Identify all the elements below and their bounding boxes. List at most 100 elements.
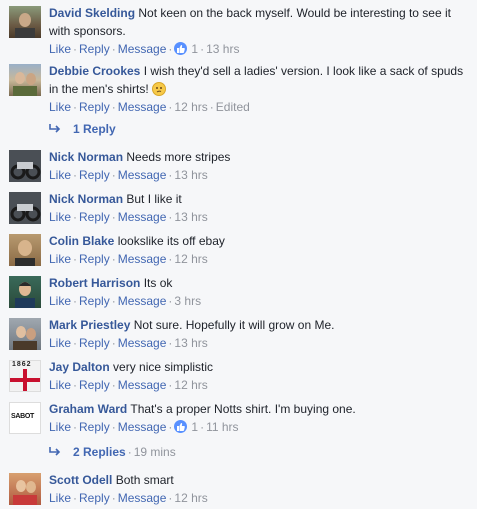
reply-count[interactable]: 2 Replies — [73, 445, 126, 459]
reply-button[interactable]: Reply — [79, 252, 110, 266]
separator: · — [73, 42, 78, 56]
comment-text: That's a proper Notts shirt. I'm buying … — [130, 402, 356, 416]
timestamp[interactable]: 13 hrs — [174, 168, 207, 182]
thumbs-up-icon[interactable] — [174, 42, 188, 55]
view-replies-link[interactable]: 2 Replies · 19 mins — [49, 444, 176, 460]
reply-button[interactable]: Reply — [79, 42, 110, 56]
separator: · — [111, 491, 116, 505]
like-button[interactable]: Like — [49, 42, 71, 56]
separator: · — [111, 168, 116, 182]
timestamp[interactable]: 13 hrs — [174, 210, 207, 224]
separator: · — [73, 294, 78, 308]
avatar[interactable] — [9, 234, 41, 266]
comment-text-continued: in the men's shirts! — [49, 82, 149, 96]
message-button[interactable]: Message — [118, 210, 167, 224]
comment-author[interactable]: Debbie Crookes — [49, 64, 140, 78]
timestamp[interactable]: 13 hrs — [206, 42, 239, 56]
avatar[interactable] — [9, 64, 41, 96]
separator: · — [73, 336, 78, 350]
like-button[interactable]: Like — [49, 100, 71, 114]
thumbs-up-icon[interactable] — [174, 420, 188, 433]
comment-author[interactable]: Jay Dalton — [49, 360, 110, 374]
comment-author[interactable]: Nick Norman — [49, 150, 123, 164]
reply-timestamp[interactable]: 19 mins — [134, 445, 176, 459]
comment-text: very nice simplistic — [113, 360, 214, 374]
avatar[interactable] — [9, 150, 41, 182]
timestamp[interactable]: 12 hrs — [174, 252, 207, 266]
timestamp[interactable]: 13 hrs — [174, 336, 207, 350]
reply-button[interactable]: Reply — [79, 491, 110, 505]
separator: · — [111, 420, 116, 434]
confused-emoji-icon — [151, 82, 166, 96]
like-button[interactable]: Like — [49, 420, 71, 434]
like-button[interactable]: Like — [49, 210, 71, 224]
message-button[interactable]: Message — [118, 378, 167, 392]
reply-button[interactable]: Reply — [79, 294, 110, 308]
timestamp[interactable]: 12 hrs — [174, 491, 207, 505]
reply-button[interactable]: Reply — [79, 336, 110, 350]
reply-arrow-icon — [49, 121, 63, 137]
timestamp[interactable]: 3 hrs — [174, 294, 201, 308]
separator: · — [168, 42, 173, 56]
avatar[interactable] — [9, 192, 41, 224]
like-button[interactable]: Like — [49, 336, 71, 350]
separator: · — [111, 42, 116, 56]
message-button[interactable]: Message — [118, 491, 167, 505]
message-button[interactable]: Message — [118, 42, 167, 56]
separator: · — [111, 336, 116, 350]
reply-button[interactable]: Reply — [79, 210, 110, 224]
comment-author[interactable]: David Skelding — [49, 6, 135, 20]
separator: · — [111, 210, 116, 224]
avatar[interactable]: SABOT — [9, 402, 41, 434]
comment-text: Its ok — [143, 276, 173, 290]
like-button[interactable]: Like — [49, 168, 71, 182]
reply-arrow-icon — [49, 444, 63, 460]
edited-label[interactable]: Edited — [216, 100, 250, 114]
message-button[interactable]: Message — [118, 252, 167, 266]
comment-text-continued: with sponsors. — [49, 24, 126, 38]
separator: · — [209, 100, 214, 114]
like-button[interactable]: Like — [49, 378, 71, 392]
separator: · — [200, 42, 205, 56]
avatar[interactable] — [9, 276, 41, 308]
reply-count[interactable]: 1 Reply — [73, 122, 116, 136]
separator: · — [73, 491, 78, 505]
view-replies-link[interactable]: 1 Reply — [49, 121, 116, 137]
separator: · — [200, 420, 205, 434]
comment-author[interactable]: Robert Harrison — [49, 276, 140, 290]
separator: · — [73, 378, 78, 392]
message-button[interactable]: Message — [118, 420, 167, 434]
comment-text: Not sure. Hopefully it will grow on Me. — [133, 318, 335, 332]
comment-author[interactable]: Graham Ward — [49, 402, 127, 416]
comment-text: I wish they'd sell a ladies' version. I … — [143, 64, 464, 78]
timestamp[interactable]: 12 hrs — [174, 100, 207, 114]
comment-author[interactable]: Mark Priestley — [49, 318, 130, 332]
separator: · — [73, 252, 78, 266]
comment-author[interactable]: Nick Norman — [49, 192, 123, 206]
reply-button[interactable]: Reply — [79, 100, 110, 114]
comment-text: Needs more stripes — [126, 150, 231, 164]
comment-author[interactable]: Colin Blake — [49, 234, 114, 248]
like-button[interactable]: Like — [49, 294, 71, 308]
separator: · — [111, 378, 116, 392]
message-button[interactable]: Message — [118, 294, 167, 308]
separator: · — [73, 100, 78, 114]
comment-author[interactable]: Scott Odell — [49, 473, 112, 487]
message-button[interactable]: Message — [118, 336, 167, 350]
timestamp[interactable]: 12 hrs — [174, 378, 207, 392]
reply-button[interactable]: Reply — [79, 378, 110, 392]
avatar[interactable] — [9, 473, 41, 505]
like-button[interactable]: Like — [49, 252, 71, 266]
message-button[interactable]: Message — [118, 100, 167, 114]
separator: · — [168, 420, 173, 434]
reply-button[interactable]: Reply — [79, 420, 110, 434]
like-button[interactable]: Like — [49, 491, 71, 505]
avatar[interactable]: 1862 — [9, 360, 41, 392]
timestamp[interactable]: 11 hrs — [206, 420, 238, 434]
message-button[interactable]: Message — [118, 168, 167, 182]
avatar[interactable] — [9, 6, 41, 38]
reply-button[interactable]: Reply — [79, 168, 110, 182]
avatar[interactable] — [9, 318, 41, 350]
comment-text: Not keen on the back myself. Would be in… — [138, 6, 451, 20]
separator: · — [73, 210, 78, 224]
